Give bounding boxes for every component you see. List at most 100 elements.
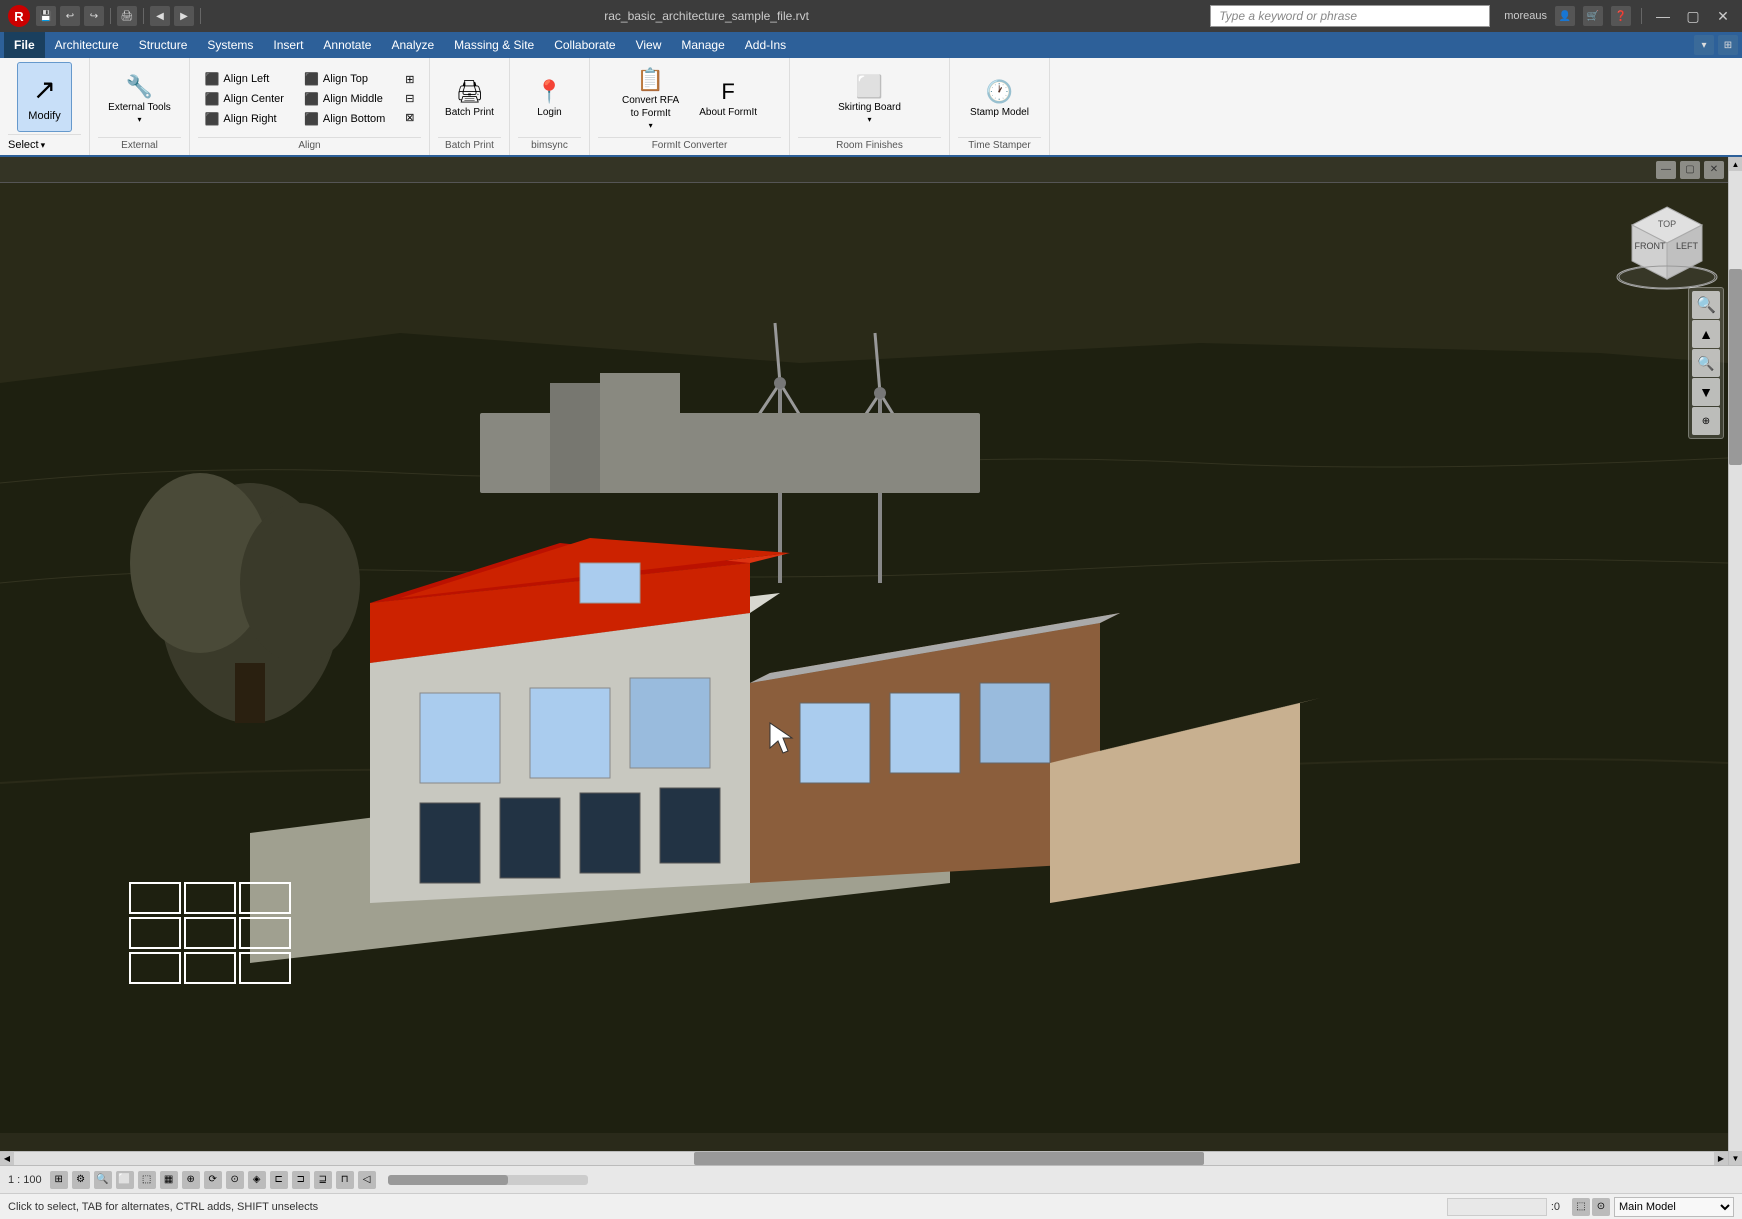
print-button[interactable]: 🖨 — [117, 6, 137, 26]
status-icon-8[interactable]: ⟳ — [204, 1171, 222, 1189]
menu-collaborate[interactable]: Collaborate — [544, 32, 625, 58]
align-extra-3[interactable]: ⊠ — [399, 109, 420, 126]
stamp-model-button[interactable]: 🕐 Stamp Model — [964, 64, 1035, 134]
hscroll-right-button[interactable]: ▶ — [1714, 1152, 1728, 1165]
vscroll-down-button[interactable]: ▼ — [1729, 1151, 1742, 1165]
sync-icon[interactable]: ⊙ — [1592, 1198, 1610, 1216]
menu-systems[interactable]: Systems — [197, 32, 263, 58]
status-icon-13[interactable]: ⊒ — [314, 1171, 332, 1189]
vscroll-up-button[interactable]: ▲ — [1729, 157, 1742, 171]
status-icon-12[interactable]: ⊐ — [292, 1171, 310, 1189]
redo-button[interactable]: ↪ — [84, 6, 104, 26]
hscroll-left-button[interactable]: ◀ — [0, 1152, 14, 1165]
external-tools-arrow: ▾ — [137, 115, 141, 124]
align-extra-2[interactable]: ⊟ — [399, 90, 420, 107]
orbit-up-button[interactable]: ▲ — [1692, 320, 1720, 348]
status-icon-5[interactable]: ⬚ — [138, 1171, 156, 1189]
align-extra-icon-2: ⊟ — [405, 92, 414, 105]
status-icon-6[interactable]: ▦ — [160, 1171, 178, 1189]
shopping-icon[interactable]: 🛒 — [1583, 6, 1603, 26]
menu-architecture[interactable]: Architecture — [45, 32, 129, 58]
external-content: 🔧 External Tools ▾ — [102, 62, 177, 135]
zoom-in-button[interactable]: 🔍 — [1692, 349, 1720, 377]
status-message: Click to select, TAB for alternates, CTR… — [8, 1201, 1439, 1213]
menu-insert[interactable]: Insert — [263, 32, 313, 58]
status-icon-14[interactable]: ⊓ — [336, 1171, 354, 1189]
zoom-fit-button[interactable]: ⊕ — [1692, 407, 1720, 435]
nav-cube[interactable]: TOP LEFT FRONT — [1612, 187, 1722, 297]
batch-print-label: Batch Print — [445, 107, 494, 118]
building-scene — [0, 183, 1728, 1133]
align-extra-icon-3: ⊠ — [405, 111, 414, 124]
viewport-vscrollbar[interactable]: ▲ ▼ — [1728, 157, 1742, 1165]
align-right-button[interactable]: ⬛ Align Right — [198, 110, 290, 128]
status-icon-9[interactable]: ⊙ — [226, 1171, 244, 1189]
skirting-board-button[interactable]: ⬜ Skirting Board ▾ — [832, 64, 907, 134]
menu-manage[interactable]: Manage — [671, 32, 734, 58]
maximize-button[interactable]: ▢ — [1682, 5, 1704, 27]
about-formit-icon: F — [721, 79, 734, 105]
hscroll-thumb[interactable] — [694, 1152, 1204, 1165]
external-tools-button[interactable]: 🔧 External Tools ▾ — [102, 64, 177, 134]
menu-massing[interactable]: Massing & Site — [444, 32, 544, 58]
minimize-button[interactable]: — — [1652, 5, 1674, 27]
hscroll-track[interactable] — [14, 1152, 1714, 1165]
close-button[interactable]: ✕ — [1712, 5, 1734, 27]
status-bar: 1 : 100 ⊞ ⚙ 🔍 ⬜ ⬚ ▦ ⊕ ⟳ ⊙ ◈ ⊏ ⊐ ⊒ ⊓ ◁ — [0, 1165, 1742, 1193]
login-button[interactable]: 📍 Login — [520, 64, 580, 134]
help-icon[interactable]: ❓ — [1611, 6, 1631, 26]
select-label[interactable]: Select — [8, 139, 39, 151]
align-top-button[interactable]: ⬛ Align Top — [298, 70, 391, 88]
convert-rfa-button[interactable]: 📋 Convert RFA to FormIt ▾ — [616, 64, 685, 134]
ribbon-expand-icon[interactable]: ▾ — [1694, 35, 1714, 55]
model-selector[interactable]: Main Model — [1614, 1197, 1734, 1217]
batch-print-button[interactable]: 🖨 Batch Print — [439, 64, 500, 134]
status-dropdown[interactable] — [1447, 1198, 1547, 1216]
menu-addins[interactable]: Add-Ins — [735, 32, 796, 58]
status-icon-10[interactable]: ◈ — [248, 1171, 266, 1189]
viewport-restore-button[interactable]: ▢ — [1680, 161, 1700, 179]
vscroll-thumb[interactable] — [1729, 269, 1742, 465]
status-icon-2[interactable]: ⚙ — [72, 1171, 90, 1189]
status-icon-15[interactable]: ◁ — [358, 1171, 376, 1189]
worksharing-icon[interactable]: ⬚ — [1572, 1198, 1590, 1216]
save-button[interactable]: 💾 — [36, 6, 56, 26]
align-bottom-button[interactable]: ⬛ Align Bottom — [298, 110, 391, 128]
modify-button[interactable]: ↗ Modify — [17, 62, 71, 132]
align-extra-1[interactable]: ⊞ — [399, 71, 420, 88]
model-icons: ⬚ ⊙ — [1572, 1198, 1610, 1216]
user-icon[interactable]: 👤 — [1555, 6, 1575, 26]
align-center-button[interactable]: ⬛ Align Center — [198, 90, 290, 108]
menu-analyze[interactable]: Analyze — [381, 32, 444, 58]
status-icon-4[interactable]: ⬜ — [116, 1171, 134, 1189]
convert-rfa-icon: 📋 — [637, 67, 664, 93]
quick-launch-icon[interactable]: ⊞ — [1718, 35, 1738, 55]
status-icon-3[interactable]: 🔍 — [94, 1171, 112, 1189]
about-formit-button[interactable]: F About FormIt — [693, 64, 763, 134]
status-icon-1[interactable]: ⊞ — [50, 1171, 68, 1189]
room-finishes-group: ⬜ Skirting Board ▾ Room Finishes — [790, 58, 950, 155]
align-left-button[interactable]: ⬛ Align Left — [198, 70, 290, 88]
viewport-close-button[interactable]: ✕ — [1704, 161, 1724, 179]
menu-structure[interactable]: Structure — [129, 32, 198, 58]
align-top-icon: ⬛ — [304, 72, 319, 86]
next-button[interactable]: ▶ — [174, 6, 194, 26]
formit-content: 📋 Convert RFA to FormIt ▾ F About FormIt — [616, 62, 763, 135]
status-icon-7[interactable]: ⊕ — [182, 1171, 200, 1189]
menu-annotate[interactable]: Annotate — [313, 32, 381, 58]
menu-file[interactable]: File — [4, 32, 45, 58]
viewport-hscrollbar[interactable]: ◀ ▶ — [0, 1151, 1728, 1165]
login-icon: 📍 — [536, 79, 563, 105]
undo-button[interactable]: ↩ — [60, 6, 80, 26]
status-icon-11[interactable]: ⊏ — [270, 1171, 288, 1189]
align-middle-button[interactable]: ⬛ Align Middle — [298, 90, 391, 108]
vscroll-track[interactable] — [1729, 171, 1742, 1151]
select-dropdown-icon[interactable]: ▾ — [41, 140, 46, 151]
viewport-minimize-button[interactable]: — — [1656, 161, 1676, 179]
zoom-button[interactable]: 🔍 — [1692, 291, 1720, 319]
user-display: moreaus — [1504, 10, 1547, 22]
search-box[interactable]: Type a keyword or phrase — [1210, 5, 1490, 27]
prev-button[interactable]: ◀ — [150, 6, 170, 26]
orbit-down-button[interactable]: ▼ — [1692, 378, 1720, 406]
menu-view[interactable]: View — [626, 32, 672, 58]
